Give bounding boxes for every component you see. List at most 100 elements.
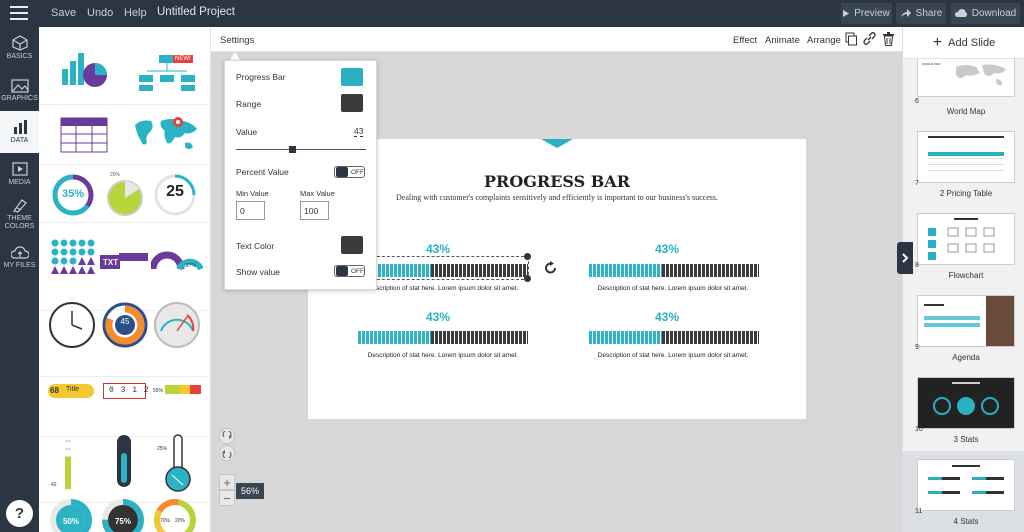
redo-icon: [222, 431, 232, 439]
value-slider-handle[interactable]: [288, 146, 296, 153]
multi-donut-widget[interactable]: [153, 498, 197, 532]
help-button[interactable]: ?: [6, 500, 33, 527]
speedometer-widget[interactable]: [153, 301, 201, 349]
rating-title: Title: [66, 386, 79, 393]
nav-data[interactable]: DATA: [0, 111, 39, 153]
share-button[interactable]: Share: [896, 3, 946, 24]
collapse-panel-button[interactable]: [897, 242, 913, 274]
thermometer-widget[interactable]: [113, 433, 135, 493]
min-value-input[interactable]: 0: [236, 201, 265, 220]
slide-thumbnail[interactable]: [917, 213, 1015, 265]
donut-widget-75[interactable]: [101, 498, 145, 532]
slides-panel: + Add Slide WORLD MAP 6 World Map 7 2 Pr…: [902, 27, 1024, 532]
toggle-knob: [336, 266, 348, 276]
cloud-upload-icon: [10, 246, 29, 259]
slide-number: 10: [915, 426, 923, 433]
settings-tab[interactable]: Settings: [220, 35, 254, 46]
segmented-bar-widget[interactable]: [165, 385, 201, 394]
nav-basics[interactable]: BASICS: [0, 27, 39, 69]
media-icon: [11, 162, 28, 176]
pie-widget[interactable]: [106, 175, 144, 217]
slide-title[interactable]: PROGRESS BAR: [308, 172, 806, 191]
theme-colors-icon: [12, 199, 27, 213]
four-stats-thumb: [928, 465, 1004, 494]
download-label: Download: [971, 8, 1017, 19]
trash-icon[interactable]: [883, 32, 894, 46]
progress-fill: [358, 331, 432, 344]
undo-button[interactable]: Undo: [87, 7, 113, 19]
value-slider-track[interactable]: [236, 149, 366, 150]
stat-percent: 43%: [654, 242, 680, 256]
progress-bar-color-swatch[interactable]: [341, 68, 363, 86]
clock-widget[interactable]: [48, 301, 96, 349]
settings-popover: Progress Bar Range Value 43 Percent Valu…: [224, 60, 377, 290]
progress-bar[interactable]: [589, 264, 759, 277]
zoom-out-button[interactable]: −: [219, 490, 235, 506]
slide-thumbnail[interactable]: WORLD MAP: [917, 59, 1015, 97]
slide-number: 6: [915, 98, 919, 105]
slide-canvas[interactable]: PROGRESS BAR Dealing with customer's com…: [308, 139, 806, 419]
slide-thumbnail[interactable]: [917, 295, 1015, 347]
vertical-gauge-value: 42: [51, 482, 57, 488]
effect-button[interactable]: Effect: [733, 35, 757, 46]
percent-value-toggle[interactable]: OFF: [334, 166, 365, 178]
undo-canvas-button[interactable]: [219, 445, 235, 461]
preview-button[interactable]: Preview: [841, 3, 892, 24]
progress-bar[interactable]: [589, 331, 759, 344]
save-button[interactable]: Save: [51, 7, 76, 19]
pie-label: 20%: [110, 172, 121, 178]
pricing-table-thumb: [928, 136, 1004, 171]
icon-array-widget[interactable]: [51, 239, 95, 283]
table-widget[interactable]: [60, 117, 108, 153]
slide-thumbnail[interactable]: [917, 459, 1015, 511]
progress-fill: [589, 331, 663, 344]
redo-button[interactable]: [219, 428, 235, 444]
toggle-knob: [336, 167, 348, 177]
world-map-widget[interactable]: [131, 113, 201, 157]
widget-panel: NEW! 35% 20% 25 TXT 63% 27% 45 68 Title …: [39, 27, 211, 532]
slide-thumbnail[interactable]: [917, 131, 1015, 183]
slide-top-marker: [541, 139, 573, 148]
rotate-icon[interactable]: [544, 261, 558, 275]
range-color-swatch[interactable]: [341, 94, 363, 112]
progress-bar[interactable]: [358, 331, 528, 344]
resize-handle[interactable]: [524, 275, 531, 282]
donut-50-value: 50%: [62, 517, 79, 526]
nav-theme-colors[interactable]: THEME COLORS: [0, 193, 39, 235]
bar-pct-label: 55%: [153, 388, 164, 394]
thermometer-bulb-widget[interactable]: [163, 431, 197, 495]
text-color-swatch[interactable]: [341, 236, 363, 254]
resize-handle[interactable]: [524, 253, 531, 260]
help-link[interactable]: Help: [124, 7, 147, 19]
multi-donut-value-2: 20%: [175, 518, 186, 524]
bar-pie-chart-widget[interactable]: [60, 39, 110, 87]
preview-label: Preview: [854, 8, 890, 19]
project-title[interactable]: Untitled Project: [157, 6, 235, 18]
three-stats-thumb: [933, 382, 999, 415]
copy-icon[interactable]: [845, 32, 857, 46]
max-value-input[interactable]: 100: [300, 201, 329, 220]
link-icon[interactable]: [863, 32, 876, 45]
nav-graphics[interactable]: GRAPHICS: [0, 69, 39, 111]
show-value-toggle[interactable]: OFF: [334, 265, 365, 277]
add-slide-button[interactable]: + Add Slide: [903, 27, 1024, 59]
slide-label: Flowchart: [948, 271, 984, 280]
top-bar: Save Undo Help Untitled Project Preview …: [0, 0, 1024, 27]
multi-donut-value-1: 70%: [160, 518, 171, 524]
nav-graphics-label: GRAPHICS: [1, 95, 38, 102]
slide-subtitle[interactable]: Dealing with customer's complaints sensi…: [308, 193, 806, 202]
zoom-in-button[interactable]: +: [219, 474, 235, 490]
zoom-level: 56%: [236, 483, 265, 499]
slide-thumbnail[interactable]: [917, 377, 1015, 429]
nav-my-files[interactable]: MY FILES: [0, 237, 39, 279]
nav-media[interactable]: MEDIA: [0, 153, 39, 195]
animate-button[interactable]: Animate: [765, 35, 800, 46]
nav-media-label: MEDIA: [8, 179, 31, 186]
thermometer-value: 25%: [157, 446, 168, 452]
arrange-button[interactable]: Arrange: [807, 35, 841, 46]
download-button[interactable]: Download: [951, 3, 1020, 24]
value-number[interactable]: 43: [354, 126, 364, 137]
donut-widget-50[interactable]: [49, 498, 93, 532]
hamburger-menu-icon[interactable]: [10, 6, 28, 20]
svg-text:WORLD MAP: WORLD MAP: [922, 62, 941, 66]
